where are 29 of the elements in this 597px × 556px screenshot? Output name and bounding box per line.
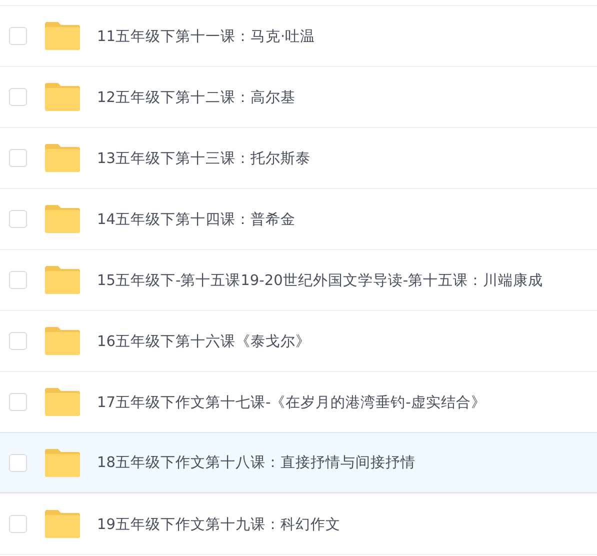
folder-icon bbox=[45, 266, 80, 294]
folder-name[interactable]: 16五年级下第十六课《泰戈尔》 bbox=[97, 332, 310, 350]
folder-name[interactable]: 15五年级下-第十五课19-20世纪外国文学导读-第十五课：川端康成 bbox=[97, 270, 544, 290]
checkbox[interactable] bbox=[9, 271, 27, 289]
folder-name[interactable]: 12五年级下第十二课：高尔基 bbox=[97, 88, 296, 106]
folder-name[interactable]: 18五年级下作文第十八课：直接抒情与间接抒情 bbox=[97, 453, 416, 472]
checkbox[interactable] bbox=[9, 393, 27, 411]
folder-icon bbox=[45, 144, 80, 172]
folder-name[interactable]: 17五年级下作文第十七课-《在岁月的港湾垂钓-虚实结合》 bbox=[97, 392, 486, 412]
folder-icon bbox=[45, 510, 80, 538]
checkbox[interactable] bbox=[9, 210, 27, 228]
folder-icon bbox=[45, 205, 80, 233]
folder-icon bbox=[45, 448, 80, 476]
folder-icon bbox=[45, 327, 80, 355]
folder-icon bbox=[45, 22, 80, 50]
folder-name[interactable]: 13五年级下第十三课：托尔斯泰 bbox=[97, 148, 310, 168]
checkbox[interactable] bbox=[9, 515, 27, 533]
checkbox[interactable] bbox=[9, 27, 27, 45]
folder-name[interactable]: 14五年级下第十四课：普希金 bbox=[97, 210, 296, 228]
checkbox[interactable] bbox=[9, 88, 27, 106]
checkbox[interactable] bbox=[9, 332, 27, 350]
checkbox[interactable] bbox=[9, 149, 27, 167]
file-row[interactable]: 19五年级下作文第十九课：科幻作文 bbox=[0, 493, 597, 555]
folder-name[interactable]: 19五年级下作文第十九课：科幻作文 bbox=[97, 514, 340, 534]
folder-name[interactable]: 11五年级下第十一课：马克·吐温 bbox=[97, 26, 316, 46]
checkbox[interactable] bbox=[9, 454, 27, 472]
file-row[interactable]: 18五年级下作文第十八课：直接抒情与间接抒情 bbox=[0, 432, 597, 493]
folder-icon bbox=[45, 388, 80, 416]
folder-icon bbox=[45, 83, 80, 111]
